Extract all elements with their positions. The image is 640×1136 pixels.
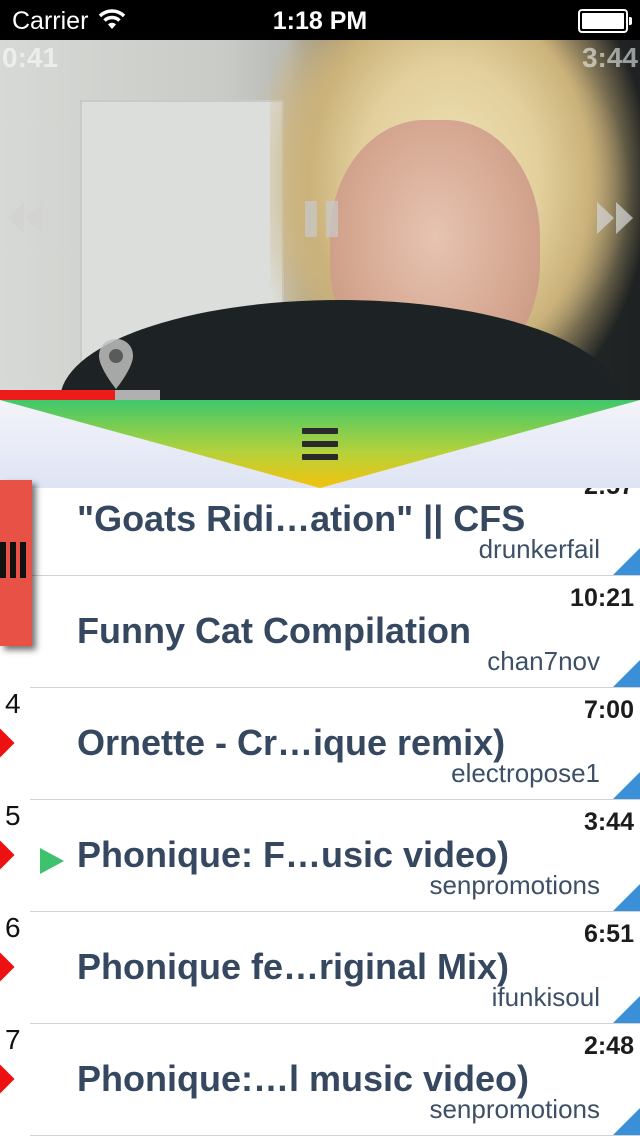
- item-title: Phonique fe…riginal Mix): [77, 946, 510, 987]
- video-player[interactable]: 0:41 3:44: [0, 40, 640, 400]
- item-duration: 10:21: [570, 584, 634, 612]
- item-index: 4: [5, 688, 21, 719]
- item-index: 6: [5, 912, 21, 943]
- item-corner-badge: [612, 772, 640, 800]
- playlist-item[interactable]: 7 2:48 Phonique:…l music video) senpromo…: [0, 1024, 640, 1136]
- total-time: 3:44: [581, 42, 638, 73]
- item-uploader: ifunkisoul: [491, 982, 600, 1012]
- fast-forward-icon[interactable]: [596, 200, 634, 241]
- status-bar: Carrier 1:18 PM: [0, 0, 640, 40]
- elapsed-time: 0:41: [2, 42, 59, 73]
- pause-icon[interactable]: [304, 200, 340, 243]
- item-duration: 7:00: [583, 696, 634, 724]
- playlist-item[interactable]: 10:21 Funny Cat Compilation chan7nov: [0, 576, 640, 688]
- item-uploader: chan7nov: [487, 646, 600, 676]
- progress-bar[interactable]: [0, 390, 160, 400]
- item-uploader: senpromotions: [429, 1094, 600, 1124]
- item-index: 7: [5, 1024, 21, 1055]
- item-corner-badge: [612, 884, 640, 912]
- item-marker-icon: [0, 839, 15, 871]
- playlist-drawer-handle[interactable]: [0, 400, 640, 488]
- battery-icon: [578, 9, 632, 33]
- item-corner-badge: [612, 1108, 640, 1136]
- item-marker-icon: [0, 951, 15, 983]
- item-uploader: drunkerfail: [478, 534, 600, 564]
- playlist-item[interactable]: 6 6:51 Phonique fe…riginal Mix) ifunkiso…: [0, 912, 640, 1024]
- item-uploader: senpromotions: [429, 870, 600, 900]
- location-pin-icon[interactable]: [98, 338, 134, 395]
- item-title: "Goats Ridi…ation" || CFS: [77, 498, 526, 539]
- item-duration: 2:48: [583, 1032, 634, 1060]
- playlist-item[interactable]: 2:57 "Goats Ridi…ation" || CFS drunkerfa…: [0, 488, 640, 576]
- item-title: Funny Cat Compilation: [77, 610, 471, 651]
- item-title: Ornette - Cr…ique remix): [77, 722, 506, 763]
- now-playing-icon: [40, 848, 64, 874]
- item-corner-badge: [612, 660, 640, 688]
- item-marker-icon: [0, 727, 15, 759]
- side-drag-handle[interactable]: [0, 480, 32, 646]
- item-duration: 6:51: [583, 920, 634, 948]
- playlist-item-now-playing[interactable]: 5 3:44 Phonique: F…usic video) senpromot…: [0, 800, 640, 912]
- item-corner-badge: [612, 548, 640, 576]
- status-time: 1:18 PM: [272, 7, 368, 35]
- item-duration: 2:57: [584, 488, 634, 501]
- rewind-icon[interactable]: [6, 200, 44, 241]
- item-marker-icon: [0, 1063, 15, 1095]
- item-index: 5: [5, 800, 21, 831]
- item-duration: 3:44: [583, 808, 634, 836]
- progress-fill: [0, 390, 115, 400]
- playlist-item[interactable]: 4 7:00 Ornette - Cr…ique remix) electrop…: [0, 688, 640, 800]
- item-uploader: electropose1: [451, 758, 600, 788]
- item-corner-badge: [612, 996, 640, 1024]
- menu-icon[interactable]: [302, 428, 338, 460]
- playlist: 2:57 "Goats Ridi…ation" || CFS drunkerfa…: [0, 488, 640, 1136]
